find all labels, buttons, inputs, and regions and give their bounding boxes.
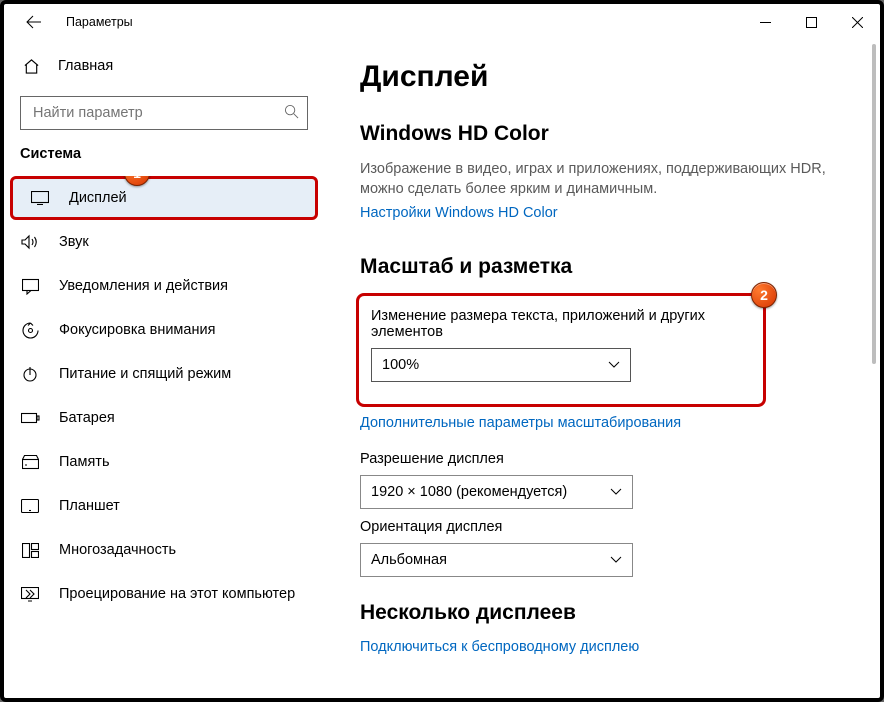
minimize-button[interactable] — [742, 4, 788, 40]
scale-field-label: Изменение размера текста, приложений и д… — [371, 308, 751, 340]
maximize-button[interactable] — [788, 4, 834, 40]
sidebar-item-multitask[interactable]: Многозадачность — [5, 528, 323, 572]
projecting-icon — [19, 587, 41, 602]
sidebar-item-label: Звук — [59, 234, 89, 250]
focus-icon — [19, 322, 41, 339]
sidebar-item-storage[interactable]: Память — [5, 440, 323, 484]
window-controls — [742, 4, 880, 40]
orientation-label: Ориентация дисплея — [360, 519, 852, 535]
back-button[interactable] — [20, 8, 48, 36]
tablet-icon — [19, 499, 41, 513]
home-nav[interactable]: Главная — [4, 46, 324, 86]
multitask-icon — [19, 543, 41, 558]
storage-icon — [19, 454, 41, 471]
sidebar-item-projecting[interactable]: Проецирование на этот компьютер — [5, 572, 323, 616]
chevron-down-icon — [608, 357, 620, 373]
hd-color-heading: Windows HD Color — [360, 122, 852, 146]
sidebar-item-display[interactable]: Дисплей — [10, 176, 318, 220]
sidebar-item-focus[interactable]: Фокусировка внимания — [5, 308, 323, 352]
sidebar-group-title: Система — [4, 146, 324, 162]
sidebar-item-sound[interactable]: Звук — [5, 220, 323, 264]
battery-icon — [19, 412, 41, 424]
sidebar-item-label: Фокусировка внимания — [59, 322, 215, 338]
wireless-display-link[interactable]: Подключиться к беспроводному дисплею — [360, 639, 852, 655]
home-icon — [20, 58, 42, 75]
sidebar: Главная Система Дисплей 1 — [4, 40, 324, 700]
sidebar-item-notifications[interactable]: Уведомления и действия — [5, 264, 323, 308]
scale-callout: 2 Изменение размера текста, приложений и… — [356, 293, 766, 407]
scale-combo[interactable]: 100% — [371, 348, 631, 382]
sidebar-item-label: Память — [59, 454, 110, 470]
search-input[interactable] — [20, 96, 308, 130]
sound-icon — [19, 234, 41, 250]
annotation-badge-2: 2 — [751, 282, 777, 308]
close-button[interactable] — [834, 4, 880, 40]
notifications-icon — [19, 278, 41, 295]
sidebar-item-label: Проецирование на этот компьютер — [59, 586, 295, 602]
multi-display-heading: Несколько дисплеев — [360, 601, 852, 625]
orientation-value: Альбомная — [371, 552, 447, 568]
sidebar-item-label: Уведомления и действия — [59, 278, 228, 294]
resolution-value: 1920 × 1080 (рекомендуется) — [371, 484, 567, 500]
main-panel: Дисплей Windows HD Color Изображение в в… — [324, 40, 880, 700]
search-field[interactable] — [31, 104, 284, 122]
sidebar-item-label: Питание и спящий режим — [59, 366, 231, 382]
chevron-down-icon — [610, 552, 622, 568]
settings-window: Параметры Главная — [0, 0, 884, 702]
hd-color-link[interactable]: Настройки Windows HD Color — [360, 205, 852, 221]
sidebar-item-battery[interactable]: Батарея — [5, 396, 323, 440]
scale-value: 100% — [382, 357, 419, 373]
resolution-label: Разрешение дисплея — [360, 451, 852, 467]
advanced-scaling-link[interactable]: Дополнительные параметры масштабирования — [360, 415, 852, 431]
home-label: Главная — [58, 58, 113, 74]
page-title: Дисплей — [360, 60, 852, 94]
sidebar-item-label: Дисплей — [69, 190, 127, 206]
scale-heading: Масштаб и разметка — [360, 255, 852, 279]
sidebar-item-label: Многозадачность — [59, 542, 176, 558]
chevron-down-icon — [610, 484, 622, 500]
power-icon — [19, 366, 41, 382]
sidebar-item-label: Планшет — [59, 498, 120, 514]
search-icon — [284, 104, 299, 123]
display-icon — [29, 191, 51, 205]
search-wrap — [20, 96, 308, 130]
resolution-combo[interactable]: 1920 × 1080 (рекомендуется) — [360, 475, 633, 509]
window-title: Параметры — [66, 15, 133, 29]
orientation-combo[interactable]: Альбомная — [360, 543, 633, 577]
sidebar-item-label: Батарея — [59, 410, 115, 426]
scrollbar[interactable] — [872, 44, 876, 364]
sidebar-item-power[interactable]: Питание и спящий режим — [5, 352, 323, 396]
titlebar: Параметры — [4, 4, 880, 40]
sidebar-item-tablet[interactable]: Планшет — [5, 484, 323, 528]
hd-color-desc: Изображение в видео, играх и приложениях… — [360, 160, 852, 199]
